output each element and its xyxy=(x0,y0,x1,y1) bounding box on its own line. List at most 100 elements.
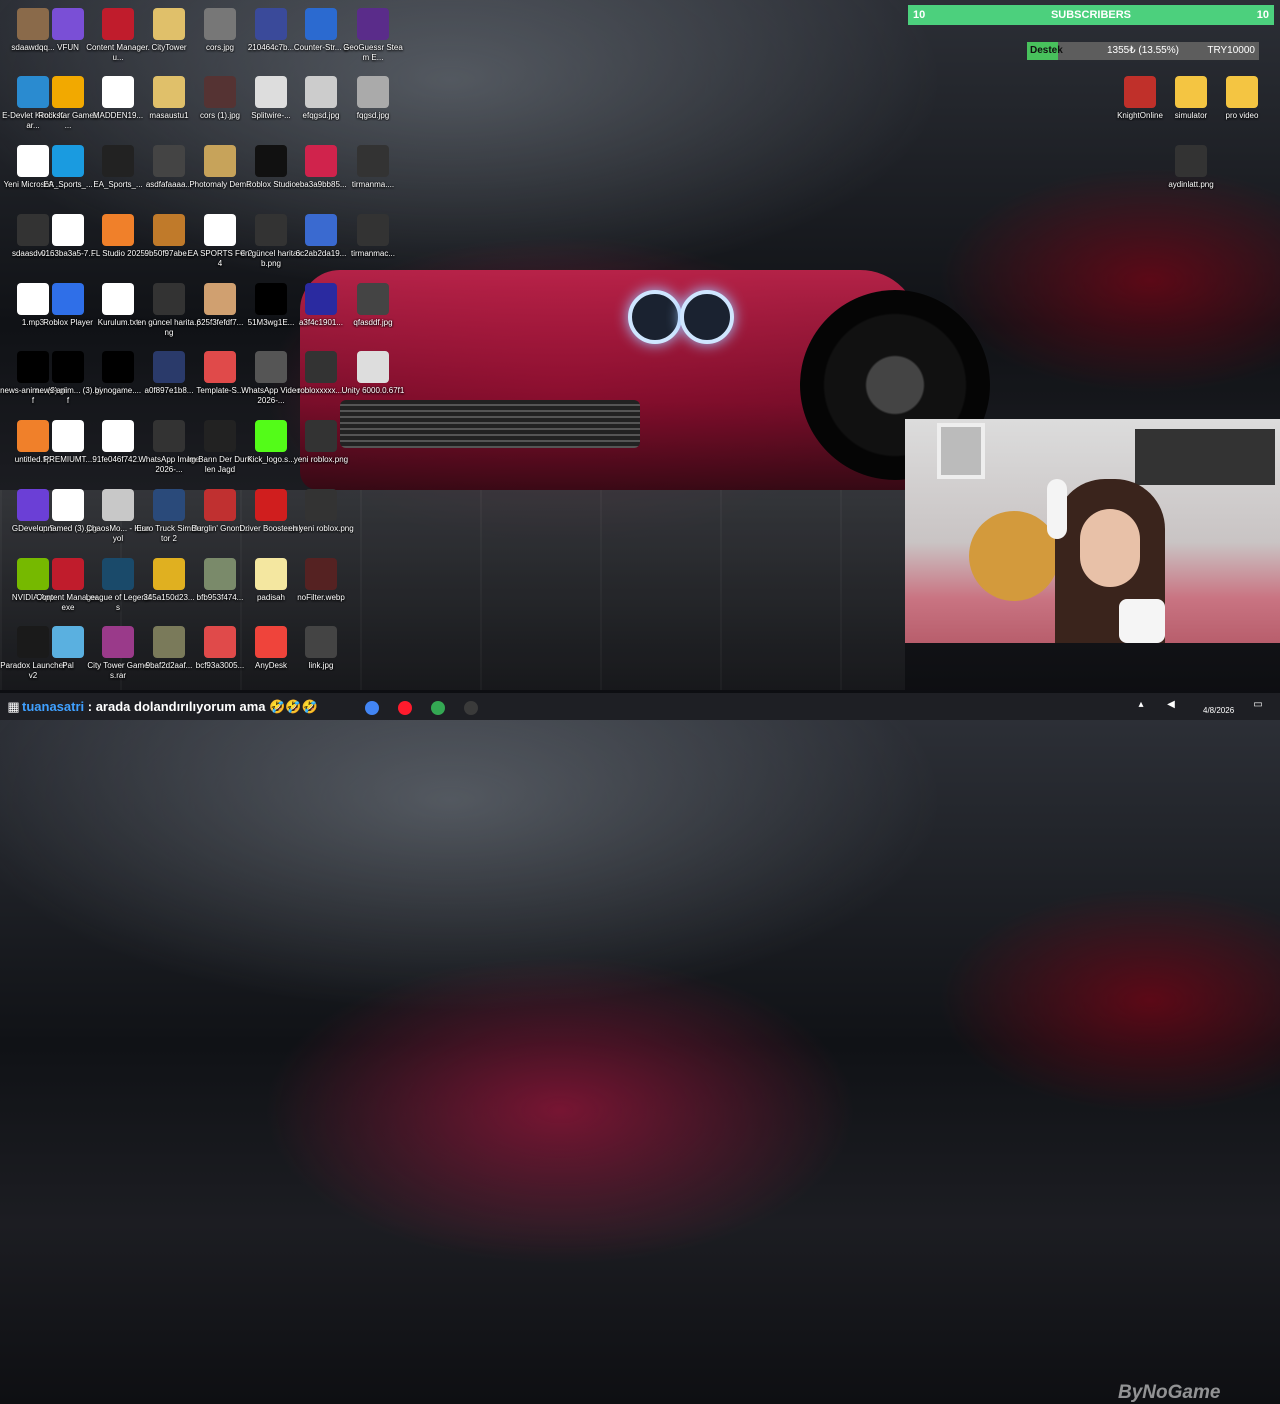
taskbar: ▦ tuanasatri : arada dolandırılıyorum am… xyxy=(0,693,1280,1403)
desktop-icon-label: en yeni roblox.png xyxy=(288,524,354,533)
chrome-icon xyxy=(364,700,379,715)
image-thumb-icon xyxy=(305,558,337,590)
system-date[interactable]: 4/8/2026 xyxy=(1203,706,1234,715)
unity-icon xyxy=(357,351,389,383)
webcam-teddy-bear xyxy=(969,511,1059,601)
desktop-icon-label: Unity 6000.0.67f1 xyxy=(341,386,405,395)
video-thumb-icon xyxy=(255,351,287,383)
anydesk-icon xyxy=(255,626,287,658)
taskbar-app-button[interactable] xyxy=(457,693,484,720)
kick-logo-icon xyxy=(255,420,287,452)
counter-strike-icon xyxy=(305,8,337,40)
desktop-icon[interactable]: tirmanma.... xyxy=(340,143,406,211)
image-thumb-icon xyxy=(153,145,185,177)
splitwire-icon xyxy=(255,76,287,108)
text-file-icon xyxy=(255,558,287,590)
image-thumb-icon xyxy=(305,626,337,658)
desktop-icon-label: noFilter.webp xyxy=(297,593,345,602)
geoguessr-pin-icon xyxy=(357,8,389,40)
folder-icon xyxy=(1226,76,1258,108)
game-icon xyxy=(204,489,236,521)
image-thumb-icon xyxy=(204,76,236,108)
wallpaper-headlight xyxy=(680,290,734,344)
webcam-cup xyxy=(1119,599,1165,643)
image-thumb-icon xyxy=(357,214,389,246)
text-file-icon xyxy=(52,420,84,452)
image-thumb-icon xyxy=(153,626,185,658)
donation-goal: TRY10000 xyxy=(1207,45,1255,56)
desktop-icon[interactable]: GeoGuessr Steam E... xyxy=(340,6,406,74)
image-thumb-icon xyxy=(357,283,389,315)
image-file-icon xyxy=(52,489,84,521)
fl-studio-icon xyxy=(102,214,134,246)
wallpaper-headlight xyxy=(628,290,682,344)
image-thumb-icon xyxy=(305,489,337,521)
image-thumb-icon xyxy=(255,283,287,315)
webcam-wall-frame xyxy=(937,423,985,479)
desktop-icon-label: qfasddf.jpg xyxy=(353,318,393,327)
desktop-icon[interactable]: noFilter.webp xyxy=(288,556,354,624)
webcam-overlay xyxy=(905,419,1280,643)
desktop-icon[interactable]: en yeni roblox.png xyxy=(288,487,354,555)
desktop-icon-label: GeoGuessr Steam E... xyxy=(343,43,403,62)
pal-icon xyxy=(52,626,84,658)
photomaly-icon xyxy=(204,145,236,177)
desktop-icon[interactable]: yeni roblox.png xyxy=(288,418,354,486)
folder-icon xyxy=(1175,76,1207,108)
image-thumb-icon xyxy=(305,351,337,383)
watermark: ByNoGame xyxy=(1118,1382,1221,1403)
league-icon xyxy=(102,558,134,590)
notification-icon[interactable]: ▭ xyxy=(1252,699,1264,711)
desktop-icon[interactable]: qfasddf.jpg xyxy=(340,281,406,349)
image-thumb-icon xyxy=(305,420,337,452)
ea-sports-icon xyxy=(102,145,134,177)
taskbar-app-button[interactable] xyxy=(424,693,451,720)
desktop-icon-label: fqgsd.jpg xyxy=(356,111,390,120)
template-grid-icon xyxy=(204,351,236,383)
donation-progress-text: 1355₺ (13.55%) xyxy=(1107,45,1179,56)
desktop-icon[interactable]: fqgsd.jpg xyxy=(340,74,406,142)
image-file-icon xyxy=(102,76,134,108)
taskbar-app-button[interactable] xyxy=(358,693,385,720)
folder-zip-icon xyxy=(153,76,185,108)
rose-image-icon xyxy=(305,145,337,177)
driver-booster-icon xyxy=(255,489,287,521)
chat-overlay: tuanasatri : arada dolandırılıyorum ama … xyxy=(22,694,318,719)
rockstar-icon xyxy=(52,76,84,108)
chrome-profile-icon xyxy=(430,700,445,715)
winrar-icon xyxy=(102,626,134,658)
image-thumb-icon xyxy=(153,351,185,383)
webcam-wall-art xyxy=(1135,429,1275,485)
image-thumb-icon xyxy=(204,283,236,315)
opera-icon xyxy=(397,700,412,715)
desktop-icon[interactable]: tirmanmac... xyxy=(340,212,406,280)
image-file-icon xyxy=(52,214,84,246)
subscribers-count-right: 10 xyxy=(1256,9,1269,21)
desktop-icon-label: tirmanmac... xyxy=(350,249,395,258)
truck-icon xyxy=(153,489,185,521)
chat-message: : arada dolandırılıyorum ama xyxy=(87,699,266,714)
ea-fc-icon xyxy=(204,214,236,246)
game-icon xyxy=(204,420,236,452)
template-grid-icon xyxy=(204,626,236,658)
content-manager-icon xyxy=(102,8,134,40)
image-thumb-icon xyxy=(153,420,185,452)
roblox-player-icon xyxy=(52,283,84,315)
image-thumb-icon xyxy=(357,76,389,108)
image-thumb-icon xyxy=(1175,145,1207,177)
webcam-streamer-face xyxy=(1080,509,1140,587)
desktop-icon[interactable]: Unity 6000.0.67f1 xyxy=(340,349,406,417)
desktop-icon[interactable]: link.jpg xyxy=(288,624,354,692)
taskbar-app-button[interactable] xyxy=(391,693,418,720)
desktop-icon-label: yeni roblox.png xyxy=(293,455,349,464)
content-manager-icon xyxy=(52,558,84,590)
network-icon[interactable]: ▴ xyxy=(1135,699,1147,711)
volume-icon[interactable]: ◀ xyxy=(1165,699,1177,711)
gta-icon xyxy=(102,489,134,521)
image-thumb-icon xyxy=(153,214,185,246)
desktop-icon[interactable]: pro video xyxy=(1209,74,1275,142)
image-thumb-icon xyxy=(153,558,185,590)
donation-goal-bar: Destek 1355₺ (13.55%) TRY10000 xyxy=(1027,42,1259,60)
image-thumb-icon xyxy=(153,283,185,315)
desktop-icon[interactable]: aydinlatt.png xyxy=(1158,143,1224,211)
